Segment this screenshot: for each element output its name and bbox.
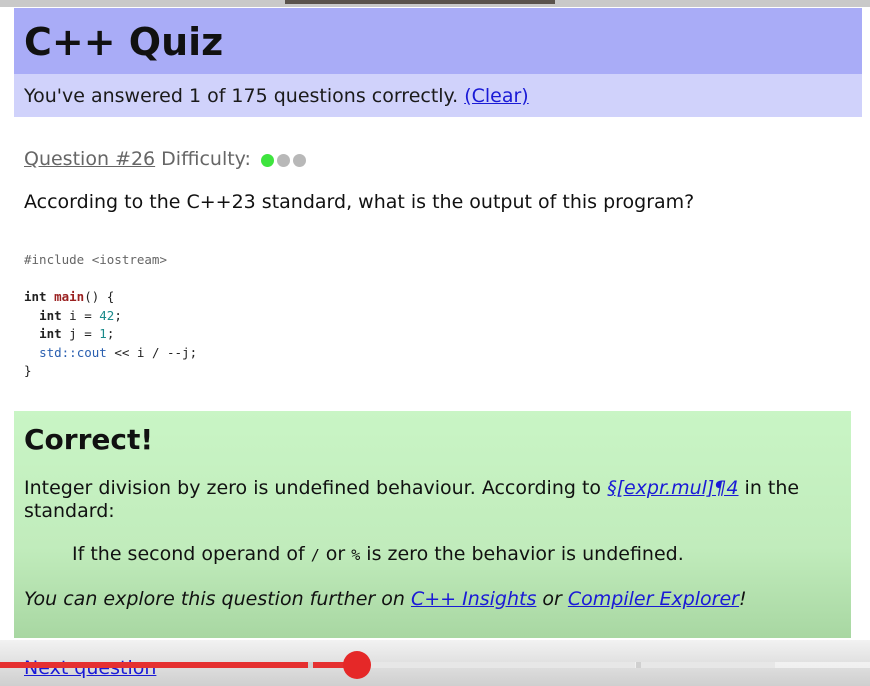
- chapter-gap-1: [308, 662, 313, 668]
- code-j-val: 1: [99, 326, 107, 341]
- explore-prefix: You can explore this question further on: [24, 588, 411, 610]
- code-j-line: int j = 1;: [24, 325, 197, 344]
- video-played-bar: [0, 662, 357, 668]
- code-j-end: ;: [106, 326, 115, 341]
- code-j-type: int: [39, 326, 62, 341]
- standard-quote: If the second operand of / or % is zero …: [72, 542, 684, 567]
- explore-suffix: !: [738, 588, 747, 610]
- code-main-rest: () {: [84, 289, 115, 304]
- question-prompt: According to the C++23 standard, what is…: [24, 191, 695, 213]
- quote-op-divide: /: [310, 546, 320, 564]
- quote-suffix: is zero the behavior is undefined.: [360, 543, 684, 565]
- code-i-type: int: [39, 307, 62, 323]
- result-panel: Correct! Integer division by zero is und…: [14, 411, 851, 638]
- explore-or: or: [536, 588, 568, 610]
- code-block: #include <iostream> int main() { int i =…: [24, 251, 197, 381]
- code-close: }: [24, 363, 32, 378]
- quiz-header: C++ Quiz: [14, 8, 862, 74]
- difficulty-dot-1: [260, 153, 274, 167]
- code-main-line: int main() {: [24, 288, 197, 307]
- top-strip: [0, 0, 870, 7]
- explore-line: You can explore this question further on…: [24, 587, 747, 611]
- question-number-link[interactable]: Question #26: [24, 148, 155, 170]
- quote-prefix: If the second operand of: [72, 543, 311, 565]
- next-question-link[interactable]: Next question: [24, 656, 156, 680]
- code-main-type: int: [24, 289, 47, 304]
- difficulty-dot-3: [292, 153, 306, 167]
- question-meta: Question #26 Difficulty:: [24, 147, 309, 172]
- page-title: C++ Quiz: [24, 20, 224, 64]
- difficulty-label: Difficulty:: [161, 148, 251, 170]
- progress-text-wrap: You've answered 1 of 175 questions corre…: [24, 85, 529, 107]
- quote-op-modulo: %: [351, 546, 361, 564]
- video-scrubber-handle[interactable]: [343, 651, 371, 679]
- code-cout-ns: std::cout: [39, 344, 107, 360]
- top-strip-shadow: [285, 0, 555, 4]
- result-title: Correct!: [24, 423, 154, 456]
- code-cout-rest: << i / --j;: [106, 344, 198, 360]
- code-i-line: int i = 42;: [24, 307, 197, 326]
- progress-banner: You've answered 1 of 175 questions corre…: [14, 74, 862, 117]
- chapter-gap-2: [636, 662, 641, 668]
- difficulty-indicator: [260, 148, 309, 172]
- code-i-val: 42: [99, 307, 115, 323]
- code-main-name: main: [54, 289, 85, 304]
- code-i-end: ;: [114, 307, 122, 323]
- clear-link[interactable]: (Clear): [464, 85, 529, 107]
- result-explanation: Integer division by zero is undefined be…: [24, 477, 839, 523]
- code-i-decl: i =: [61, 307, 100, 323]
- difficulty-dot-2: [276, 153, 290, 167]
- code-j-decl: j =: [61, 326, 100, 341]
- standard-reference-link[interactable]: §[expr.mul]¶4: [607, 477, 738, 499]
- progress-text: You've answered 1 of 175 questions corre…: [24, 85, 459, 107]
- quote-or: or: [319, 543, 352, 565]
- compiler-explorer-link[interactable]: Compiler Explorer: [568, 588, 739, 610]
- code-blank: [24, 270, 197, 289]
- explanation-prefix: Integer division by zero is undefined be…: [24, 477, 608, 499]
- video-buffered-bar-2: [641, 662, 775, 668]
- code-include: #include <iostream>: [24, 252, 167, 267]
- code-cout-line: std::cout << i / --j;: [24, 344, 197, 363]
- cpp-insights-link[interactable]: C++ Insights: [411, 588, 536, 610]
